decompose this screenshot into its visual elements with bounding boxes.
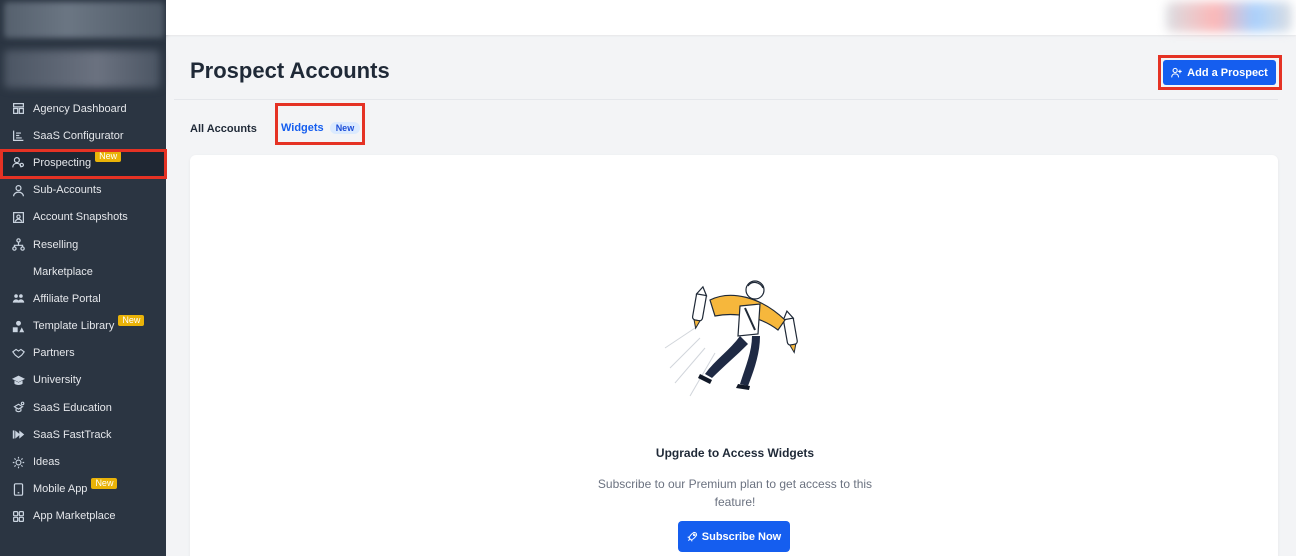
new-badge: New bbox=[95, 151, 122, 163]
sidebar-item-agency-dashboard[interactable]: Agency Dashboard bbox=[0, 95, 166, 122]
sidebar-item-app-marketplace[interactable]: App Marketplace bbox=[0, 503, 166, 530]
tab-all-accounts[interactable]: All Accounts bbox=[190, 123, 257, 135]
add-prospect-button[interactable]: Add a Prospect bbox=[1163, 60, 1276, 85]
sidebar-item-label: Prospecting bbox=[33, 156, 92, 169]
sidebar-item-label: SaaS Configurator bbox=[33, 129, 124, 142]
sidebar-item-label: Ideas bbox=[33, 456, 60, 469]
tab-widgets-label: Widgets bbox=[281, 122, 324, 134]
sidebar-item-label: Reselling bbox=[33, 238, 79, 251]
subscribe-now-button[interactable]: Subscribe Now bbox=[678, 521, 790, 552]
group-icon bbox=[12, 292, 25, 305]
mobile-icon bbox=[12, 482, 25, 496]
chart-icon bbox=[12, 129, 25, 142]
dashboard-icon bbox=[12, 102, 25, 115]
header-divider bbox=[174, 99, 1278, 100]
sidebar-item-partners[interactable]: Partners bbox=[0, 340, 166, 367]
sidebar-item-mobile-app[interactable]: Mobile App New bbox=[0, 476, 166, 503]
sidebar-item-affiliate-portal[interactable]: Affiliate Portal bbox=[0, 285, 166, 312]
add-user-icon bbox=[1171, 67, 1182, 78]
new-badge: New bbox=[329, 122, 361, 134]
sidebar-item-saas-configurator[interactable]: SaaS Configurator bbox=[0, 122, 166, 149]
handshake-icon bbox=[12, 347, 25, 360]
grid-icon bbox=[12, 510, 25, 523]
sidebar-item-label: Affiliate Portal bbox=[33, 292, 101, 305]
jetpack-person-illustration bbox=[664, 280, 798, 397]
tab-widgets[interactable]: Widgets New bbox=[281, 122, 361, 134]
sidebar-item-label: Partners bbox=[33, 347, 75, 360]
graduation-cap-icon bbox=[12, 374, 25, 387]
subscribe-now-label: Subscribe Now bbox=[701, 530, 782, 543]
new-badge: New bbox=[91, 477, 118, 489]
sidebar-nav: Agency Dashboard SaaS Configurator Prosp… bbox=[0, 95, 166, 530]
user-icon bbox=[12, 184, 25, 197]
hierarchy-icon bbox=[12, 238, 25, 251]
sidebar-item-reselling[interactable]: Reselling bbox=[0, 231, 166, 258]
user-menu[interactable] bbox=[1166, 2, 1292, 32]
sidebar-item-label: Agency Dashboard bbox=[33, 102, 127, 115]
sidebar-item-account-snapshots[interactable]: Account Snapshots bbox=[0, 204, 166, 231]
sidebar-item-university[interactable]: University bbox=[0, 367, 166, 394]
users-icon bbox=[12, 156, 25, 169]
add-prospect-label: Add a Prospect bbox=[1187, 66, 1268, 79]
sidebar-item-saas-fasttrack[interactable]: SaaS FastTrack bbox=[0, 421, 166, 448]
brand-logo[interactable] bbox=[4, 2, 164, 38]
sidebar-item-label: App Marketplace bbox=[33, 510, 116, 523]
upgrade-title: Upgrade to Access Widgets bbox=[655, 446, 815, 460]
shapes-icon bbox=[12, 320, 25, 333]
sidebar-item-prospecting[interactable]: Prospecting New bbox=[0, 149, 166, 177]
sidebar-item-label: SaaS Education bbox=[33, 401, 112, 414]
sidebar: Agency Dashboard SaaS Configurator Prosp… bbox=[0, 0, 166, 556]
sidebar-item-label: SaaS FastTrack bbox=[33, 428, 112, 441]
lightbulb-icon bbox=[12, 456, 25, 469]
sidebar-item-ideas[interactable]: Ideas bbox=[0, 448, 166, 475]
sidebar-item-template-library[interactable]: Template Library New bbox=[0, 313, 166, 340]
upgrade-description: Subscribe to our Premium plan to get acc… bbox=[597, 477, 873, 509]
rocket-icon bbox=[687, 531, 697, 542]
sidebar-item-label: Template Library bbox=[33, 320, 115, 333]
snapshot-icon bbox=[12, 211, 25, 224]
account-switcher[interactable] bbox=[4, 50, 160, 88]
sidebar-item-marketplace[interactable]: Marketplace bbox=[0, 258, 166, 285]
education-icon bbox=[12, 401, 25, 414]
sidebar-item-label: Account Snapshots bbox=[33, 211, 128, 224]
fast-forward-icon bbox=[12, 428, 25, 441]
top-bar bbox=[166, 0, 1296, 35]
sidebar-item-label: Mobile App bbox=[33, 483, 88, 496]
page-title: Prospect Accounts bbox=[190, 58, 390, 83]
sidebar-item-label: University bbox=[33, 374, 82, 387]
sidebar-item-saas-education[interactable]: SaaS Education bbox=[0, 394, 166, 421]
new-badge: New bbox=[118, 314, 145, 326]
sidebar-item-label: Sub-Accounts bbox=[33, 184, 102, 197]
sidebar-item-sub-accounts[interactable]: Sub-Accounts bbox=[0, 177, 166, 204]
sidebar-item-label: Marketplace bbox=[33, 265, 93, 278]
